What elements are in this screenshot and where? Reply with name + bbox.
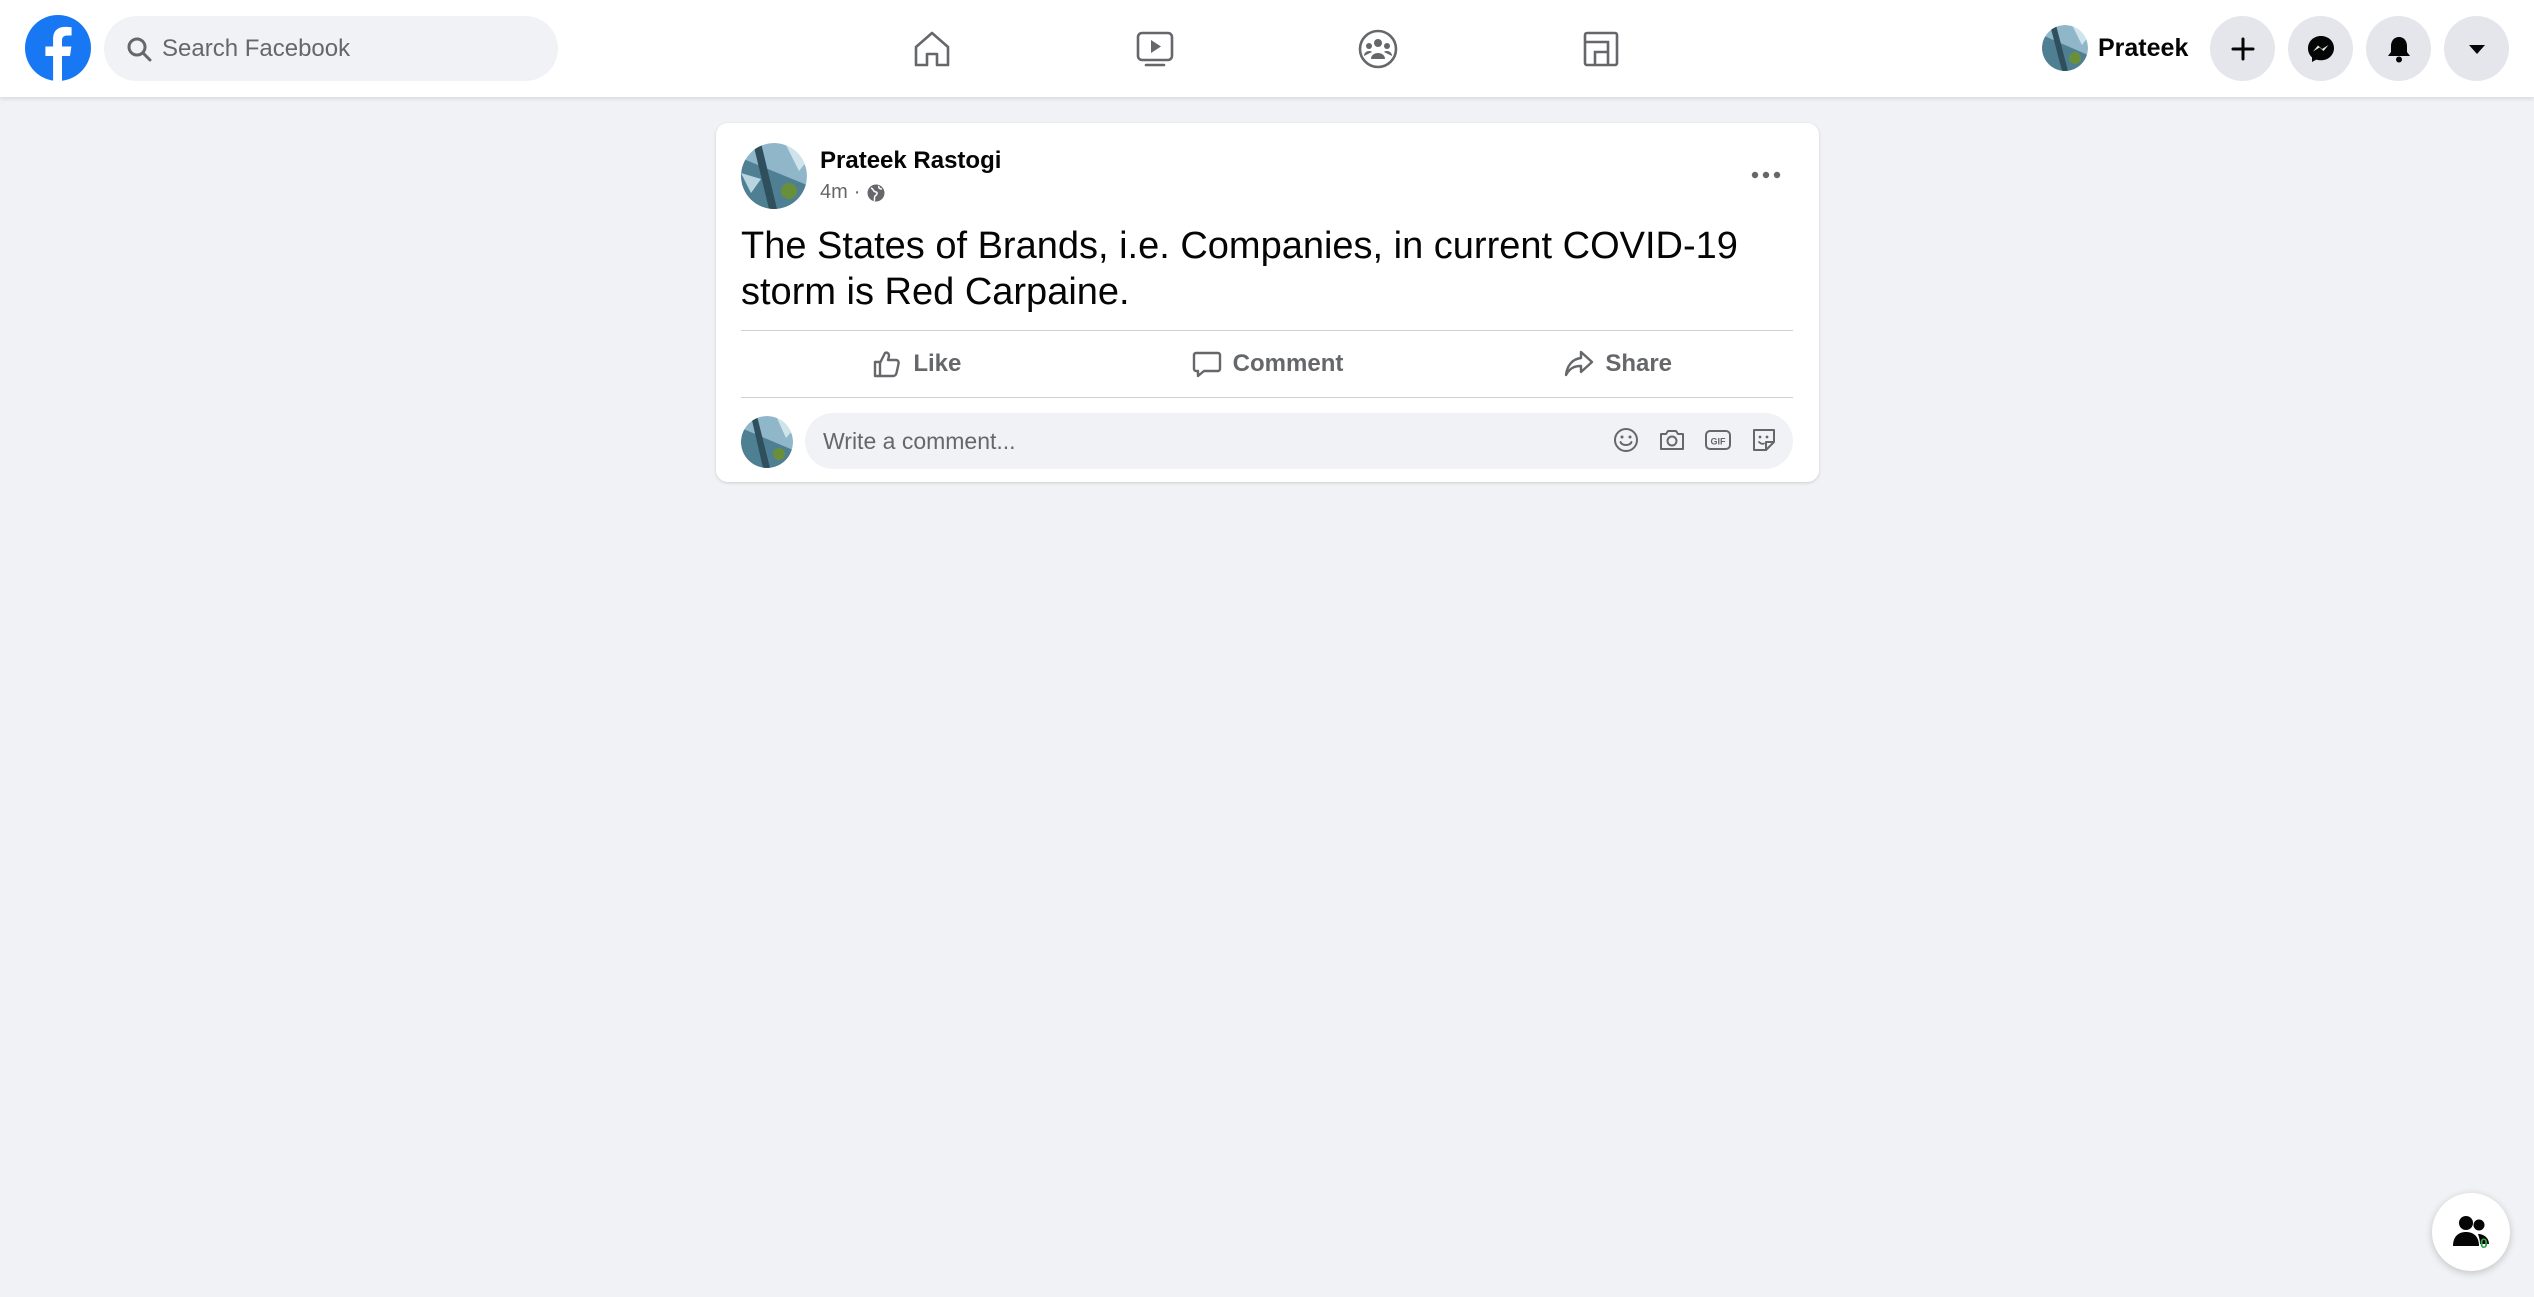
comment-box: GIF bbox=[805, 413, 1793, 469]
divider bbox=[741, 397, 1793, 398]
emoji-button[interactable] bbox=[1611, 425, 1641, 455]
chevron-down-icon bbox=[2468, 44, 2485, 54]
meta-separator: · bbox=[853, 181, 861, 203]
post-actions: Like Comment Share bbox=[741, 332, 1793, 396]
messenger-button[interactable] bbox=[2288, 16, 2353, 81]
post-timestamp[interactable]: 4m bbox=[820, 181, 848, 204]
search-box bbox=[104, 16, 558, 81]
like-label: Like bbox=[913, 350, 962, 377]
home-icon bbox=[914, 31, 950, 66]
post-author-name[interactable]: Prateek Rastogi bbox=[820, 147, 1001, 175]
camera-icon bbox=[1660, 430, 1684, 450]
contacts-chat-button[interactable]: 0 bbox=[2432, 1193, 2510, 1271]
like-button[interactable]: Like bbox=[741, 332, 1092, 396]
svg-text:GIF: GIF bbox=[1711, 437, 1727, 447]
comment-composer: GIF bbox=[741, 413, 1793, 469]
profile-button[interactable]: Prateek bbox=[2034, 20, 2206, 76]
gif-icon: GIF bbox=[1705, 430, 1731, 450]
nav-tab-gaming[interactable] bbox=[1511, 0, 1691, 97]
globe-icon[interactable] bbox=[866, 183, 886, 203]
gif-button[interactable]: GIF bbox=[1703, 425, 1733, 455]
share-label: Share bbox=[1605, 350, 1673, 377]
account-menu-button[interactable] bbox=[2444, 16, 2509, 81]
groups-icon bbox=[1358, 29, 1398, 68]
facebook-logo-icon[interactable] bbox=[25, 15, 91, 81]
nav-tab-watch[interactable] bbox=[1065, 0, 1245, 97]
like-icon bbox=[874, 351, 901, 378]
comment-input[interactable] bbox=[823, 413, 1563, 469]
share-button[interactable]: Share bbox=[1442, 332, 1793, 396]
post-options-button[interactable] bbox=[1736, 145, 1796, 205]
post-card: Prateek Rastogi 4m · The States of Brand… bbox=[716, 123, 1819, 482]
search-icon bbox=[127, 37, 152, 62]
messenger-icon bbox=[2307, 35, 2334, 62]
emoji-icon bbox=[1614, 428, 1638, 452]
nav-tab-groups[interactable] bbox=[1288, 0, 1468, 97]
camera-button[interactable] bbox=[1657, 425, 1687, 455]
search-input[interactable] bbox=[162, 16, 542, 81]
create-icon bbox=[2231, 37, 2254, 60]
comment-button[interactable]: Comment bbox=[1092, 332, 1443, 396]
share-icon bbox=[1565, 350, 1594, 377]
comment-label: Comment bbox=[1232, 350, 1344, 377]
comment-tools: GIF bbox=[1611, 425, 1779, 455]
avatar bbox=[2042, 25, 2088, 71]
author-avatar[interactable] bbox=[741, 143, 807, 209]
sticker-icon bbox=[1753, 429, 1775, 451]
nav-tab-home[interactable] bbox=[842, 0, 1022, 97]
watch-icon bbox=[1136, 31, 1174, 66]
gaming-icon bbox=[1583, 31, 1619, 66]
profile-name: Prateek bbox=[2098, 33, 2189, 62]
notifications-button[interactable] bbox=[2366, 16, 2431, 81]
divider bbox=[741, 330, 1793, 331]
top-navigation-bar: Prateek bbox=[0, 0, 2534, 97]
avatar[interactable] bbox=[741, 416, 793, 468]
post-meta: 4m · bbox=[820, 181, 886, 204]
create-button[interactable] bbox=[2210, 16, 2275, 81]
notifications-icon bbox=[2387, 36, 2410, 62]
post-text: The States of Brands, i.e. Companies, in… bbox=[741, 225, 1738, 313]
online-count-badge: 0 bbox=[2480, 1235, 2488, 1251]
more-options-icon bbox=[1751, 171, 1781, 179]
comment-icon bbox=[1192, 351, 1221, 378]
sticker-button[interactable] bbox=[1749, 425, 1779, 455]
